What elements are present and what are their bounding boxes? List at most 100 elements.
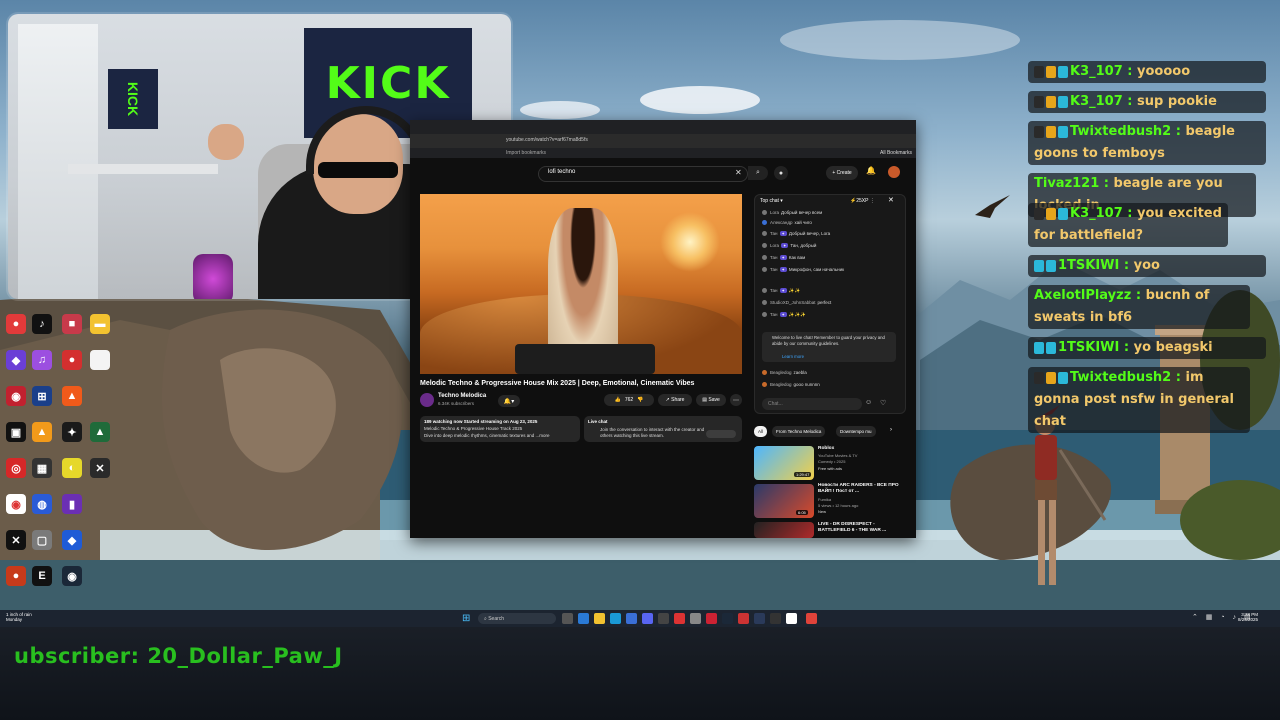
- chat-input-placeholder[interactable]: Chat...: [768, 401, 783, 407]
- video-player[interactable]: [420, 194, 742, 374]
- edge-icon[interactable]: [610, 613, 621, 624]
- taskbar-app-icon[interactable]: [806, 613, 817, 624]
- roblox-icon[interactable]: ◆: [62, 530, 82, 550]
- taskbar-app-icon[interactable]: [690, 613, 701, 624]
- chip-downtempo[interactable]: Downtempo mu: [836, 426, 876, 437]
- like-count: 762: [624, 397, 634, 403]
- app-icon[interactable]: ◐: [62, 458, 82, 478]
- learn-more-link[interactable]: Learn more: [782, 354, 804, 359]
- search-icon[interactable]: ⌕: [748, 166, 768, 180]
- recommendation-title[interactable]: LIVE - DR DISRESPECT - BATTLEFIELD 6 - T…: [818, 522, 900, 534]
- epic-games-icon[interactable]: E: [32, 566, 52, 586]
- windows-start-icon[interactable]: ⊞: [462, 613, 470, 624]
- steam-taskbar-icon[interactable]: [722, 613, 733, 624]
- taskbar-app-icon[interactable]: [706, 613, 717, 624]
- taskbar-app-icon[interactable]: [674, 613, 685, 624]
- recommendation-title[interactable]: Новости ARC RAIDERS - ВСЕ ПРО ВАЙП ! Пос…: [818, 483, 900, 495]
- address-bar-url[interactable]: youtube.com/watch?v=arf67ma8d5fs: [506, 137, 756, 145]
- app-icon[interactable]: ▮: [62, 494, 82, 514]
- voice-search-icon[interactable]: ●: [774, 166, 788, 180]
- share-label: Share: [671, 397, 685, 403]
- chip-from-channel[interactable]: From Techno Melodica: [772, 426, 826, 437]
- import-bookmarks-link[interactable]: Import bookmarks: [506, 150, 546, 156]
- browser-window: youtube.com/watch?v=arf67ma8d5fs Import …: [410, 120, 916, 538]
- microphone-icon: [193, 254, 233, 299]
- webcam-desk: [68, 164, 218, 174]
- audio-app-icon[interactable]: ♫: [32, 350, 52, 370]
- recommendation-meta: 5 views • 12 hours ago: [818, 503, 859, 508]
- more-options-icon[interactable]: ⋯: [730, 394, 742, 406]
- search-value[interactable]: lofi techno: [548, 169, 575, 175]
- chips-next-icon[interactable]: ›: [890, 427, 892, 433]
- discord-icon[interactable]: [642, 613, 653, 624]
- app-icon[interactable]: ◍: [32, 494, 52, 514]
- recommendation-badge: Free with ads: [818, 466, 843, 471]
- app-icon[interactable]: ▦: [32, 458, 52, 478]
- live-chat-text: Join the conversation to interact with t…: [600, 427, 705, 438]
- file-explorer-icon[interactable]: [594, 613, 605, 624]
- open-chat-button[interactable]: [706, 430, 736, 438]
- all-bookmarks-button[interactable]: All Bookmarks: [880, 150, 912, 156]
- thumbs-down-icon[interactable]: 👎: [637, 397, 643, 403]
- task-view-icon[interactable]: [562, 613, 573, 624]
- taskbar-app-icon[interactable]: [738, 613, 749, 624]
- taskbar-search[interactable]: ⌕ Search: [478, 613, 556, 624]
- app-icon[interactable]: ◆: [6, 350, 26, 370]
- chat-message: Тан ✦ Микрофон, сам начальник: [762, 267, 897, 273]
- create-button[interactable]: + Create: [826, 166, 858, 180]
- stream-chat-message: K3_107 : you excited for battlefield?: [1028, 203, 1228, 247]
- chat-username: K3_107: [1070, 206, 1123, 221]
- chrome-icon[interactable]: ◉: [6, 494, 26, 514]
- game-icon[interactable]: ◉: [6, 386, 26, 406]
- notifications-bell-icon[interactable]: 🔔: [866, 166, 876, 175]
- game-icon[interactable]: ●: [62, 350, 82, 370]
- clock-date: 8/25/2025: [1238, 617, 1259, 622]
- taskbar-app-icon[interactable]: [626, 613, 637, 624]
- recommendation-meta: Comedy • 2025: [818, 459, 846, 464]
- app-icon[interactable]: ▢: [32, 530, 52, 550]
- subscribe-bell-icon[interactable]: 🔔▾: [498, 395, 520, 407]
- steam-icon[interactable]: ◉: [62, 566, 82, 586]
- taskbar-app-icon[interactable]: [754, 613, 765, 624]
- app-icon[interactable]: ▲: [62, 386, 82, 406]
- clear-search-icon[interactable]: ✕: [735, 168, 742, 177]
- desktop-app-icon[interactable]: ●: [6, 314, 26, 334]
- taskbar-weather[interactable]: 1 inch of rain Monday: [6, 612, 32, 622]
- taskbar-app-icon[interactable]: [770, 613, 781, 624]
- recommendation-thumbnail[interactable]: [754, 522, 814, 538]
- file-icon[interactable]: [90, 350, 110, 370]
- share-button[interactable]: ↗ Share: [658, 394, 692, 406]
- app-icon[interactable]: ▣: [6, 422, 26, 442]
- emoji-icon[interactable]: ☺: [865, 399, 872, 406]
- recommendation-title[interactable]: Roblox: [818, 446, 900, 452]
- taskbar-app-icon[interactable]: [578, 613, 589, 624]
- create-label: Create: [836, 170, 852, 176]
- save-button[interactable]: ▤ Save: [696, 394, 726, 406]
- app-icon[interactable]: ▲: [90, 422, 110, 442]
- vlc-icon[interactable]: ▲: [32, 422, 52, 442]
- app-icon[interactable]: ✦: [62, 422, 82, 442]
- top-chat-dropdown[interactable]: Top chat ▾: [760, 198, 783, 204]
- channel-avatar[interactable]: [420, 393, 434, 407]
- chip-all[interactable]: All: [754, 426, 768, 437]
- app-icon[interactable]: ◎: [6, 458, 26, 478]
- tiktok-icon[interactable]: ♪: [32, 314, 52, 334]
- heart-icon[interactable]: ♡: [880, 399, 886, 407]
- kick-side-banner: KICK: [108, 69, 158, 129]
- chrome-taskbar-icon[interactable]: [786, 613, 797, 624]
- account-avatar[interactable]: [888, 166, 900, 178]
- browser-tab-bar[interactable]: [410, 120, 916, 134]
- app-icon[interactable]: ✕: [90, 458, 110, 478]
- recommendation-badge: New: [818, 509, 827, 514]
- taskbar-app-icon[interactable]: [658, 613, 669, 624]
- channel-name[interactable]: Techno Melodica: [438, 393, 486, 399]
- chat-message: Александр хай чиго: [762, 220, 897, 226]
- game-icon[interactable]: ■: [62, 314, 82, 334]
- taskbar-clock[interactable]: 3:38 PM 8/25/2025: [1238, 612, 1258, 622]
- app-icon[interactable]: ⊞: [32, 386, 52, 406]
- doom-icon[interactable]: ●: [6, 566, 26, 586]
- app-icon[interactable]: ✕: [6, 530, 26, 550]
- close-chat-icon[interactable]: ✕: [888, 196, 894, 204]
- folder-icon[interactable]: ▬: [90, 314, 110, 334]
- like-button[interactable]: 👍 762 👎: [604, 394, 654, 406]
